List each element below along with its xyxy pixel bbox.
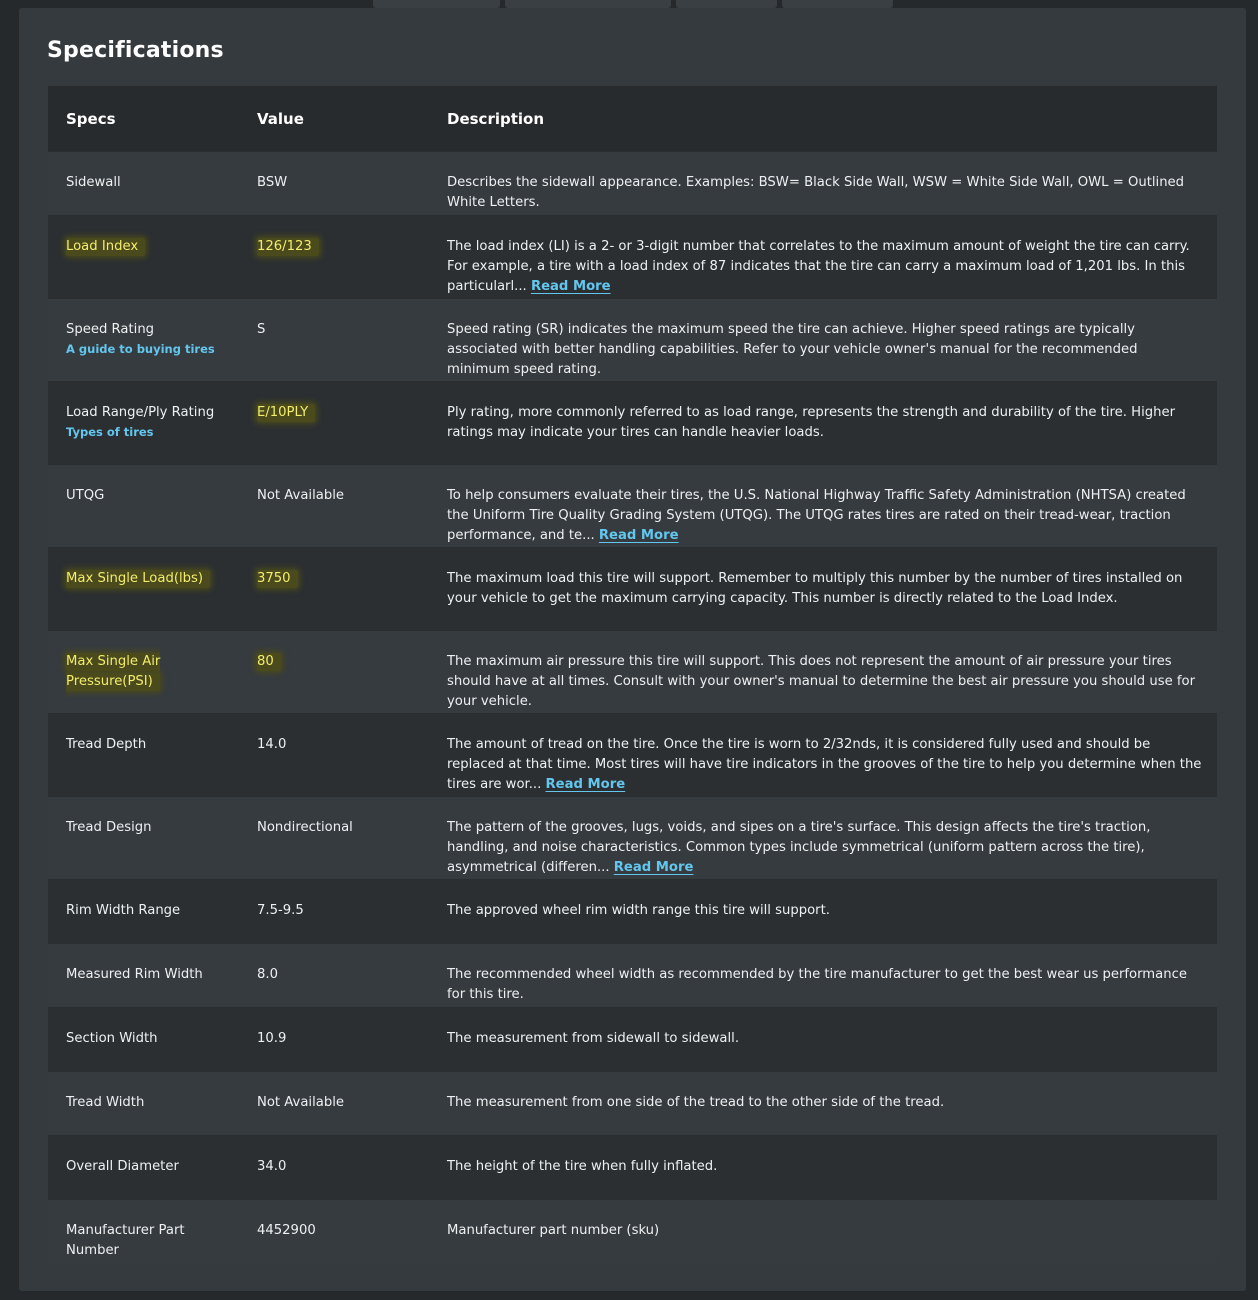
table-row: Load Index 126/123 The load index (LI) i… <box>48 215 1217 298</box>
spec-description: To help consumers evaluate their tires, … <box>447 488 1186 543</box>
spec-description: Speed rating (SR) indicates the maximum … <box>447 322 1138 377</box>
table-row: Rim Width Range 7.5-9.5 The approved whe… <box>48 879 1217 943</box>
spec-name: Max Single Load(lbs) <box>66 570 211 588</box>
column-header-specs: Specs <box>66 109 116 128</box>
spec-description: The measurement from sidewall to sidewal… <box>447 1031 740 1046</box>
table-row: Manufacturer Part Number 4452900 Manufac… <box>48 1199 1217 1263</box>
read-more-link[interactable]: Read More <box>599 528 679 543</box>
spec-description: The recommended wheel width as recommend… <box>447 967 1187 1002</box>
spec-name: UTQG <box>66 488 105 503</box>
table-row: Tread Depth 14.0 The amount of tread on … <box>48 713 1217 796</box>
column-header-value: Value <box>257 109 304 128</box>
types-link[interactable]: Types of tires <box>66 423 239 441</box>
spec-description: The maximum load this tire will support.… <box>447 571 1183 606</box>
spec-name: Overall Diameter <box>66 1159 179 1174</box>
specifications-panel: Specifications Specs Value Description S… <box>19 8 1246 1291</box>
read-more-link[interactable]: Read More <box>531 279 611 294</box>
spec-value: Not Available <box>257 1095 344 1110</box>
table-row: Sidewall BSW Describes the sidewall appe… <box>48 151 1217 215</box>
spec-description: Manufacturer part number (sku) <box>447 1223 660 1238</box>
page-title: Specifications <box>47 38 224 63</box>
table-row: Load Range/Ply Rating Types of tires E/10… <box>48 381 1217 464</box>
spec-value: BSW <box>257 175 288 190</box>
spec-name: Manufacturer Part Number <box>66 1223 185 1258</box>
spec-description: Describes the sidewall appearance. Examp… <box>447 175 1185 210</box>
spec-name: Section Width <box>66 1031 158 1046</box>
spec-name: Load Range/Ply Rating <box>66 405 215 420</box>
table-row: Section Width 10.9 The measurement from … <box>48 1007 1217 1071</box>
read-more-link[interactable]: Read More <box>614 860 694 875</box>
spec-name: Speed Rating <box>66 322 155 337</box>
table-row: Speed Rating A guide to buying tires S Sp… <box>48 298 1217 381</box>
column-header-description: Description <box>447 109 545 128</box>
spec-value: Nondirectional <box>257 820 353 835</box>
tab-2[interactable] <box>505 0 671 8</box>
table-row: Overall Diameter 34.0 The height of the … <box>48 1135 1217 1199</box>
spec-description: The pattern of the grooves, lugs, voids,… <box>447 820 1151 875</box>
spec-value: 34.0 <box>257 1159 287 1174</box>
table-row: UTQG Not Available To help consumers eva… <box>48 464 1217 547</box>
spec-description: The height of the tire when fully inflat… <box>447 1159 718 1174</box>
spec-name: Tread Width <box>66 1095 145 1110</box>
spec-value: 7.5-9.5 <box>257 903 304 918</box>
spec-value: E/10PLY <box>257 404 316 422</box>
spec-name: Measured Rim Width <box>66 967 203 982</box>
spec-name: Max Single Air Pressure(PSI) <box>66 653 161 691</box>
spec-value: 10.9 <box>257 1031 287 1046</box>
spec-name: Sidewall <box>66 175 121 190</box>
spec-description: Ply rating, more commonly referred to as… <box>447 405 1176 440</box>
specifications-table: Specs Value Description Sidewall BSW Des… <box>48 86 1217 1263</box>
spec-value: 4452900 <box>257 1223 316 1238</box>
read-more-link[interactable]: Read More <box>546 777 626 792</box>
table-row: Tread Width Not Available The measuremen… <box>48 1071 1217 1135</box>
spec-description: The maximum air pressure this tire will … <box>447 654 1196 709</box>
tab-3[interactable] <box>676 0 777 8</box>
spec-value: 126/123 <box>257 238 319 256</box>
table-row: Max Single Load(lbs) 3750 The maximum lo… <box>48 547 1217 630</box>
spec-name: Load Index <box>66 238 146 256</box>
spec-value: Not Available <box>257 488 344 503</box>
spec-name: Rim Width Range <box>66 903 181 918</box>
spec-description: The approved wheel rim width range this … <box>447 903 830 918</box>
spec-value: 80 <box>257 653 281 671</box>
spec-value: 8.0 <box>257 967 278 982</box>
spec-description: The measurement from one side of the tre… <box>447 1095 945 1110</box>
spec-name: Tread Design <box>66 820 152 835</box>
table-row: Measured Rim Width 8.0 The recommended w… <box>48 943 1217 1007</box>
tab-1[interactable] <box>373 0 500 8</box>
spec-value: 3750 <box>257 570 298 588</box>
table-header: Specs Value Description <box>48 86 1217 151</box>
spec-value: 14.0 <box>257 737 287 752</box>
table-row: Tread Design Nondirectional The pattern … <box>48 796 1217 879</box>
tab-4[interactable] <box>782 0 893 8</box>
table-row: Max Single Air Pressure(PSI) 80 The maxi… <box>48 630 1217 713</box>
spec-name: Tread Depth <box>66 737 147 752</box>
guide-link[interactable]: A guide to buying tires <box>66 340 239 358</box>
spec-value: S <box>257 322 266 337</box>
